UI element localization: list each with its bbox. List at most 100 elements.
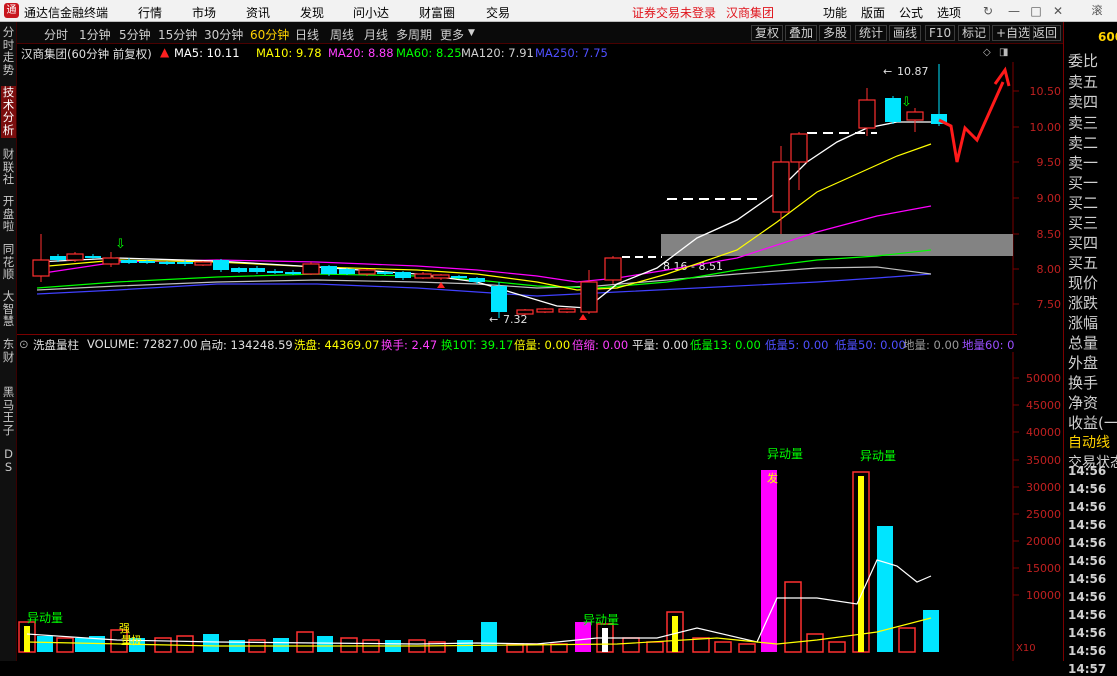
tab-dongcai[interactable]: 东财	[1, 338, 16, 366]
period-30min[interactable]: 30分钟	[204, 26, 243, 43]
tool-tongji-button[interactable]: 统计	[855, 25, 888, 41]
candle-up	[194, 261, 212, 266]
candle-up	[580, 281, 598, 313]
volume-tick: 10000	[1026, 589, 1061, 602]
diamond-icon[interactable]: ◇	[983, 47, 991, 58]
period-multi[interactable]: 多周期	[396, 26, 432, 43]
tab-dazhihui[interactable]: 大智慧	[1, 290, 16, 330]
yidong-label: 异动量	[27, 611, 63, 625]
price-tick: 8.50	[1037, 228, 1062, 241]
volume-bar-inner	[24, 626, 30, 652]
volume-bar	[176, 635, 194, 653]
tab-ds[interactable]: DS	[1, 448, 16, 473]
volume-tick: 30000	[1026, 481, 1061, 494]
price-tick: 10.50	[1030, 85, 1062, 98]
diliang60-value: 地量60: 0	[962, 338, 1015, 352]
volume-chart[interactable]: 50000 45000 40000 35000 30000 25000 20000 15000…	[17, 352, 1063, 661]
minimize-icon[interactable]: —	[1006, 3, 1022, 19]
ma10-value: MA10: 9.78	[256, 46, 322, 60]
period-1min[interactable]: 1分钟	[79, 26, 111, 43]
candle-down	[213, 260, 229, 270]
candle-up	[536, 308, 554, 313]
top-value: 600	[1098, 30, 1117, 44]
volume-tick: 50000	[1026, 372, 1061, 385]
close-icon[interactable]: ✕	[1050, 3, 1066, 19]
volume-indicator-name: 洗盘量柱	[33, 338, 79, 352]
tool-zixuan-button[interactable]: +自选	[992, 25, 1035, 41]
quote-label: 卖三	[1068, 114, 1099, 132]
menu-shichang[interactable]: 市场	[192, 4, 216, 21]
period-month[interactable]: 月线	[364, 26, 388, 43]
period-15min[interactable]: 15分钟	[158, 26, 197, 43]
menu-jiaoyi[interactable]: 交易	[486, 4, 510, 21]
candle-down	[177, 262, 193, 264]
period-fenshi[interactable]: 分时	[44, 26, 68, 43]
tool-fanhui-button[interactable]: 返回	[1029, 25, 1062, 41]
candle-up	[604, 257, 622, 281]
menu-zixun[interactable]: 资讯	[246, 4, 270, 21]
tab-kaipanla[interactable]: 开盘啦	[1, 195, 16, 235]
maximize-icon[interactable]: □	[1028, 3, 1044, 19]
trade-time: 14:56	[1068, 464, 1107, 478]
period-day[interactable]: 日线	[295, 26, 319, 43]
candle-down	[231, 268, 247, 272]
candle-down	[395, 272, 411, 278]
trade-time: 14:56	[1068, 608, 1107, 622]
period-60min[interactable]: 60分钟	[250, 26, 289, 43]
quote-label: 买一	[1068, 174, 1099, 192]
menu-caifuquan[interactable]: 财富圈	[419, 4, 455, 21]
volume-bar	[56, 637, 74, 653]
high-value: 10.87	[897, 65, 929, 78]
quote-label: 买三	[1068, 214, 1099, 232]
diliang50-value: 低量50: 0.00	[835, 338, 906, 352]
menu-hangqing[interactable]: 行情	[138, 4, 162, 21]
period-week[interactable]: 周线	[330, 26, 354, 43]
menu-gongshi[interactable]: 公式	[899, 4, 923, 21]
chevron-down-icon[interactable]: ▼	[468, 28, 475, 38]
period-5min[interactable]: 5分钟	[119, 26, 151, 43]
tab-tonghuashun[interactable]: 同花顺	[1, 243, 16, 283]
yidong-label: 异动量	[860, 449, 896, 463]
quote-label: 现价	[1068, 274, 1099, 292]
volume-bar	[898, 627, 916, 653]
candle-down	[885, 98, 901, 122]
tab-fenshi[interactable]: 分时走势	[1, 26, 16, 78]
volume-bar	[923, 610, 939, 652]
diliang-value: 地量: 0.00	[903, 338, 960, 352]
kline-chart[interactable]: 10.5010.009.509.008.508.007.50 8.16 - 8.…	[17, 62, 1063, 334]
tool-duogu-button[interactable]: 多股	[819, 25, 852, 41]
tool-huaxian-button[interactable]: 画线	[889, 25, 922, 41]
quote-label: 卖一	[1068, 154, 1099, 172]
tool-fuquan-button[interactable]: 复权	[751, 25, 784, 41]
ji-label: 极	[131, 633, 142, 647]
chart-title: 汉商集团(60分钟 前复权)	[21, 47, 152, 61]
menu-wenxiaoda[interactable]: 问小达	[353, 4, 389, 21]
tab-jishufenxi[interactable]: 技术分析	[1, 86, 16, 138]
tab-cailianshe[interactable]: 财联社	[1, 148, 16, 188]
tool-f10-button[interactable]: F10	[925, 25, 956, 41]
panel-toggle-icon[interactable]: ◨	[999, 47, 1008, 58]
quote-label: 涨幅	[1068, 314, 1099, 332]
volume-bar	[203, 634, 219, 652]
refresh-icon[interactable]: ↻	[980, 3, 996, 19]
volume-tick: 15000	[1026, 562, 1061, 575]
menu-faxian[interactable]: 发现	[300, 4, 324, 21]
menu-gongneng[interactable]: 功能	[823, 4, 847, 21]
period-more[interactable]: 更多	[440, 26, 464, 43]
collapse-icon[interactable]: ⊙	[19, 337, 29, 351]
candle-up	[558, 308, 576, 313]
volume-bar	[340, 637, 358, 653]
tool-biaoji-button[interactable]: 标记	[958, 25, 991, 41]
period-toolbar: 分时 1分钟 5分钟 15分钟 30分钟 60分钟 日线 周线 月线 多周期 更…	[17, 22, 1063, 44]
tool-diejia-button[interactable]: 叠加	[785, 25, 818, 41]
candle-up	[790, 133, 808, 163]
tab-heima[interactable]: 黑马王子	[1, 386, 16, 438]
trade-time: 14:56	[1068, 518, 1107, 532]
login-notice[interactable]: 证券交易未登录	[632, 4, 716, 21]
menu-banmian[interactable]: 版面	[861, 4, 885, 21]
menu-xuanxiang[interactable]: 选项	[937, 4, 961, 21]
candle-down	[285, 272, 301, 274]
drawn-arrow	[938, 81, 1005, 163]
quote-label: 总量	[1068, 334, 1099, 352]
scroll-label-icon[interactable]: 滚	[1080, 3, 1114, 19]
